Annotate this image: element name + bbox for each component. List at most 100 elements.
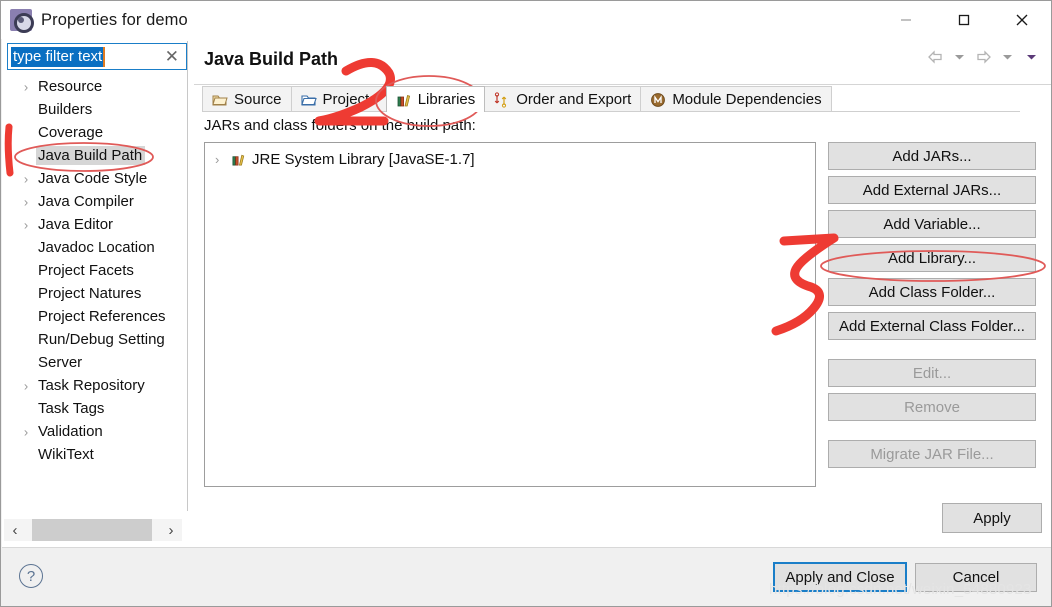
tab-label: Projects (322, 91, 377, 108)
remove-button: Remove (828, 393, 1036, 421)
sidebar-item-project-natures[interactable]: Project Natures (2, 282, 188, 305)
libraries-icon (231, 152, 246, 167)
section-label: JARs and class folders on the build path… (204, 117, 476, 134)
sidebar-item-label: Project Natures (38, 285, 142, 302)
close-button[interactable] (993, 1, 1051, 39)
filter-input[interactable]: type filter text (11, 46, 106, 67)
sidebar-item-java-code-style[interactable]: › Java Code Style (2, 167, 188, 190)
sidebar-item-label: Server (38, 354, 83, 371)
sidebar-item-resource[interactable]: › Resource (2, 75, 188, 98)
sidebar-item-label: Validation (38, 423, 103, 440)
sidebar-item-label: Java Editor (38, 216, 114, 233)
page-content: Java Build Path Source Projects Libraries O… (194, 39, 1051, 547)
clear-filter-icon[interactable]: ✕ (165, 48, 179, 65)
back-menu-chevron-down-icon[interactable] (948, 47, 970, 67)
page-title: Java Build Path (204, 49, 339, 69)
source-folder-icon (212, 92, 228, 108)
source-folder-icon (212, 92, 228, 108)
sidebar-item-coverage[interactable]: Coverage (2, 121, 188, 144)
add-external-class-folder-button[interactable]: Add External Class Folder... (828, 312, 1036, 340)
add-jars-button[interactable]: Add JARs... (828, 142, 1036, 170)
chevron-right-icon[interactable]: › (20, 194, 32, 209)
title-bar: Properties for demo (1, 1, 1051, 39)
forward-menu-chevron-down-icon[interactable] (996, 47, 1018, 67)
settings-tree: › Resource Builders Coverage Java Build Path… (2, 75, 188, 515)
order-export-icon (494, 91, 510, 108)
view-menu-triangle-icon[interactable] (1020, 47, 1042, 67)
forward-arrow-icon[interactable] (972, 47, 994, 67)
sidebar-item-project-references[interactable]: Project References (2, 305, 188, 328)
tab-underline (202, 111, 1020, 112)
chevron-right-icon[interactable]: › (20, 378, 32, 393)
scroll-track[interactable] (26, 519, 160, 541)
sidebar-item-label: Project Facets (38, 262, 134, 279)
sidebar-item-java-editor[interactable]: › Java Editor (2, 213, 188, 236)
minimize-button[interactable] (877, 1, 935, 39)
build-path-actions: Add JARs... Add External JARs... Add Varia… (828, 142, 1040, 474)
tab-module-dependencies[interactable]: Module Dependencies (640, 86, 832, 112)
properties-dialog: Properties for demo type filter text ✕ ›… (0, 0, 1052, 607)
list-item[interactable]: › JRE System Library [JavaSE-1.7] (205, 147, 815, 171)
sidebar-item-label: Java Code Style (38, 170, 148, 187)
apply-button[interactable]: Apply (942, 503, 1042, 533)
sidebar-item-label: Java Compiler (38, 193, 134, 210)
filter-textbox[interactable]: type filter text ✕ (7, 43, 187, 70)
add-class-folder-button[interactable]: Add Class Folder... (828, 278, 1036, 306)
sidebar-item-label: Java Build Path (36, 146, 146, 165)
sidebar-item-task-tags[interactable]: Task Tags (2, 397, 188, 420)
chevron-right-icon[interactable]: › (20, 171, 32, 186)
sidebar-horizontal-scrollbar[interactable]: ‹ › (4, 519, 182, 541)
chevron-right-icon[interactable]: › (20, 217, 32, 232)
tab-label: Libraries (417, 91, 476, 108)
sidebar-item-server[interactable]: Server (2, 351, 188, 374)
chevron-right-icon[interactable]: › (20, 79, 32, 94)
libraries-icon (396, 92, 412, 108)
sidebar-item-label: Task Tags (38, 400, 105, 417)
module-deps-icon (650, 92, 666, 108)
projects-icon (300, 92, 317, 108)
tab-projects[interactable]: Projects (290, 86, 387, 112)
pane-divider (187, 41, 188, 511)
sidebar-item-wikitext[interactable]: WikiText (2, 443, 188, 466)
sidebar-item-project-facets[interactable]: Project Facets (2, 259, 188, 282)
back-arrow-icon[interactable] (924, 47, 946, 67)
add-variable-button[interactable]: Add Variable... (828, 210, 1036, 238)
projects-icon (300, 92, 317, 108)
scroll-left-icon[interactable]: ‹ (4, 519, 26, 541)
sidebar-item-java-build-path[interactable]: Java Build Path (2, 144, 188, 167)
module-deps-icon (650, 92, 666, 108)
libraries-icon (396, 92, 412, 108)
scroll-right-icon[interactable]: › (160, 519, 182, 541)
sidebar-item-validation[interactable]: › Validation (2, 420, 188, 443)
tab-label: Source (234, 91, 282, 108)
sidebar-item-builders[interactable]: Builders (2, 98, 188, 121)
apply-row: Apply (194, 495, 1051, 547)
build-path-list[interactable]: › JRE System Library [JavaSE-1.7] (204, 142, 816, 487)
sidebar-item-run-debug-setting[interactable]: Run/Debug Setting (2, 328, 188, 351)
add-external-jars-button[interactable]: Add External JARs... (828, 176, 1036, 204)
sidebar-item-label: Task Repository (38, 377, 145, 394)
sidebar-item-task-repository[interactable]: › Task Repository (2, 374, 188, 397)
title-separator (194, 84, 1051, 85)
add-library-button[interactable]: Add Library... (828, 244, 1036, 272)
help-icon[interactable]: ? (19, 564, 43, 588)
chevron-right-icon[interactable]: › (215, 152, 229, 167)
chevron-right-icon[interactable]: › (20, 424, 32, 439)
list-item-label: JRE System Library [JavaSE-1.7] (252, 150, 475, 168)
window-title: Properties for demo (41, 10, 188, 29)
maximize-button[interactable] (935, 1, 993, 39)
tab-order-and-export[interactable]: Order and Export (484, 86, 642, 112)
tab-label: Order and Export (516, 91, 632, 108)
settings-sidebar: type filter text ✕ › Resource Builders Cove… (2, 39, 194, 547)
sidebar-item-label: Builders (38, 101, 93, 118)
sidebar-item-label: Resource (38, 78, 103, 95)
page-navigation (924, 47, 1042, 67)
sidebar-item-java-compiler[interactable]: › Java Compiler (2, 190, 188, 213)
sidebar-item-label: Run/Debug Setting (38, 331, 165, 348)
libraries-icon (231, 152, 246, 167)
tab-libraries[interactable]: Libraries (385, 86, 486, 112)
sidebar-item-javadoc-location[interactable]: Javadoc Location (2, 236, 188, 259)
watermark-text: https://blog.csdn.net/weixin_54880923 (769, 581, 1032, 598)
scroll-thumb[interactable] (32, 519, 152, 541)
tab-source[interactable]: Source (202, 86, 292, 112)
